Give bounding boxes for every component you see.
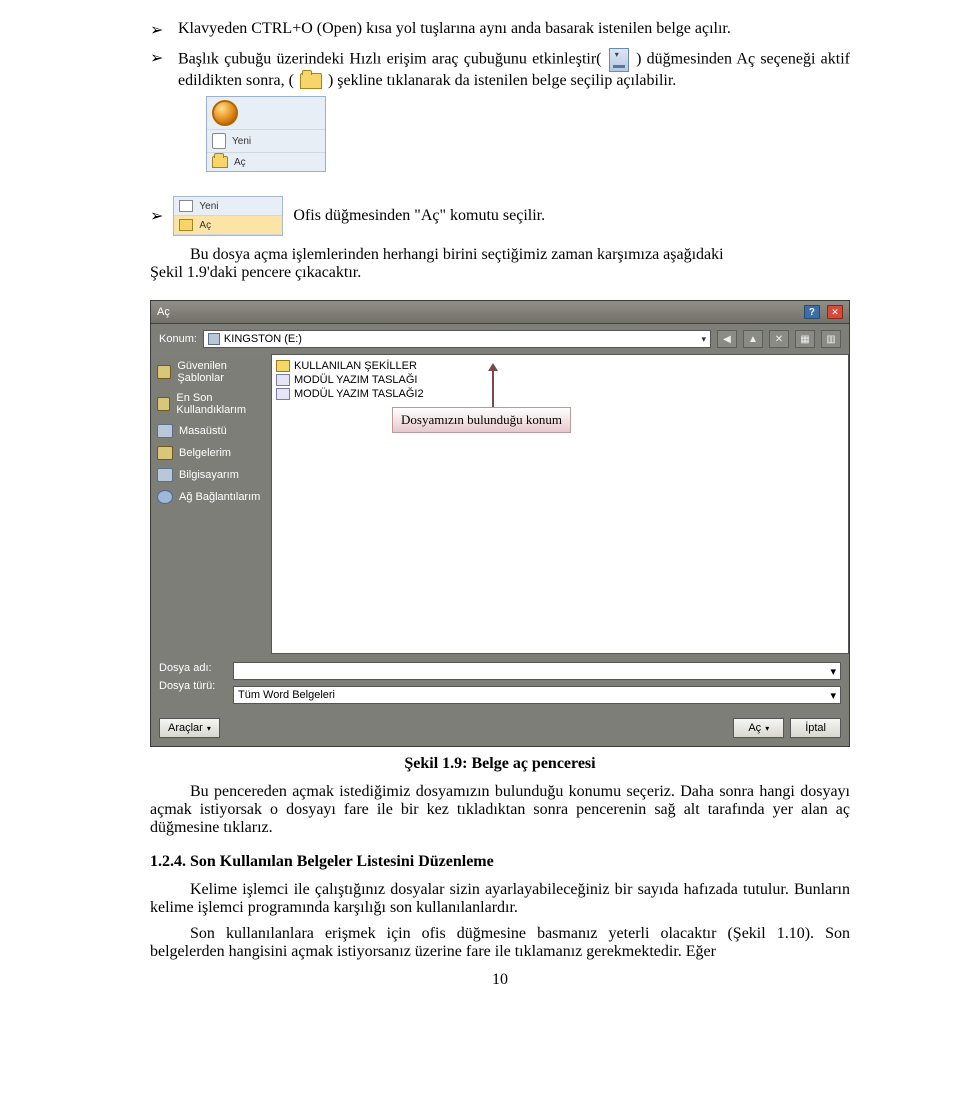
location-label: Konum: — [159, 333, 197, 345]
filename-input[interactable]: ▾ — [233, 662, 841, 680]
menu-item-yeni: Yeni — [199, 201, 218, 212]
open-file-dialog: Aç ? ✕ Konum: KINGSTON (E:) ▾ ◀ ▲ ✕ — [150, 300, 850, 747]
paragraph: Bu pencereden açmak istediğimiz dosyamız… — [150, 783, 850, 837]
office-orb-icon — [212, 100, 238, 126]
office-menu-thumbnail: Yeni Aç — [206, 96, 326, 172]
annotation-box: Dosyamızın bulunduğu konum — [392, 407, 571, 433]
paragraph-cont: Şekil 1.9'daki pencere çıkacaktır. — [150, 264, 850, 282]
close-button[interactable]: ✕ — [827, 305, 843, 319]
file-row[interactable]: MODÜL YAZIM TASLAĞI — [276, 373, 844, 387]
tools-button[interactable]: Araçlar▾ — [159, 718, 220, 738]
bullet-marker: ➢ — [150, 206, 163, 226]
chevron-down-icon: ▾ — [830, 689, 836, 702]
bullet-item: Başlık çubuğu üzerindeki Hızlı erişim ar… — [150, 48, 850, 172]
folder-icon — [157, 446, 173, 460]
doc-icon — [276, 374, 290, 386]
menu-item-ac: Aç — [234, 157, 246, 168]
bullet-text: Klavyeden CTRL+O (Open) kısa yol tuşları… — [178, 20, 731, 37]
doc-icon — [276, 388, 290, 400]
paragraph: Bu dosya açma işlemlerinden herhangi bir… — [150, 246, 850, 264]
sidebar-item-mycomputer[interactable]: Bilgisayarım — [157, 468, 265, 482]
views-button[interactable]: ▥ — [821, 330, 841, 348]
open-folder-icon — [212, 156, 228, 168]
location-value: KINGSTON (E:) — [224, 333, 302, 345]
desktop-icon — [157, 424, 173, 438]
bullet3-text: Ofis düğmesinden "Aç" komutu seçilir. — [293, 207, 545, 225]
new-doc-icon — [179, 200, 193, 212]
filetype-combo[interactable]: Tüm Word Belgeleri ▾ — [233, 686, 841, 704]
new-doc-icon — [212, 133, 226, 149]
cancel-button[interactable]: İptal — [790, 718, 841, 738]
menu-item-ac: Aç — [199, 220, 211, 231]
chevron-down-icon: ▾ — [207, 724, 211, 733]
file-list[interactable]: KULLANILAN ŞEKİLLER MODÜL YAZIM TASLAĞI … — [271, 354, 849, 654]
filename-label: Dosya adı: — [159, 662, 225, 674]
location-combo[interactable]: KINGSTON (E:) ▾ — [203, 330, 711, 348]
sidebar-item-templates[interactable]: Güvenilen Şablonlar — [157, 360, 265, 384]
new-folder-button[interactable]: ▦ — [795, 330, 815, 348]
sidebar-item-network[interactable]: Ağ Bağlantılarım — [157, 490, 265, 504]
menu-item-yeni: Yeni — [232, 136, 251, 147]
filetype-value: Tüm Word Belgeleri — [238, 689, 335, 701]
open-folder-icon — [179, 219, 193, 231]
drive-icon — [208, 333, 220, 345]
bullet-item: Klavyeden CTRL+O (Open) kısa yol tuşları… — [150, 20, 850, 38]
open-folder-icon — [300, 73, 322, 89]
folder-icon — [157, 397, 170, 411]
sidebar-item-mydocs[interactable]: Belgelerim — [157, 446, 265, 460]
folder-icon — [157, 365, 171, 379]
open-button[interactable]: Aç▾ — [733, 718, 784, 738]
paragraph: Son kullanılanlara erişmek için ofis düğ… — [150, 925, 850, 961]
help-button[interactable]: ? — [804, 305, 820, 319]
sidebar-item-recent[interactable]: En Son Kullandıklarım — [157, 392, 265, 416]
paragraph: Kelime işlemci ile çalıştığınız dosyalar… — [150, 881, 850, 917]
filetype-label: Dosya türü: — [159, 680, 225, 692]
file-row[interactable]: MODÜL YAZIM TASLAĞI2 — [276, 387, 844, 401]
computer-icon — [157, 468, 173, 482]
up-button[interactable]: ▲ — [743, 330, 763, 348]
sidebar-item-desktop[interactable]: Masaüstü — [157, 424, 265, 438]
chevron-down-icon: ▾ — [765, 724, 769, 733]
bullet-text-part1: Başlık çubuğu üzerindeki Hızlı erişim ar… — [178, 51, 602, 68]
page-number: 10 — [150, 971, 850, 989]
dialog-title: Aç — [157, 306, 170, 318]
bullet-text-part3: ) şekline tıklanarak da istenilen belge … — [328, 72, 676, 89]
chevron-down-icon: ▾ — [830, 665, 836, 678]
delete-button[interactable]: ✕ — [769, 330, 789, 348]
quick-access-customize-icon: ▾ — [609, 48, 629, 72]
chevron-down-icon: ▾ — [701, 334, 706, 345]
file-row[interactable]: KULLANILAN ŞEKİLLER — [276, 359, 844, 373]
folder-icon — [276, 360, 290, 372]
section-heading: 1.2.4. Son Kullanılan Belgeler Listesini… — [150, 853, 850, 871]
figure-caption: Şekil 1.9: Belge aç penceresi — [150, 755, 850, 773]
places-sidebar: Güvenilen Şablonlar En Son Kullandıkları… — [151, 354, 271, 654]
office-open-thumbnail: Yeni Aç — [173, 196, 283, 236]
network-icon — [157, 490, 173, 504]
back-button[interactable]: ◀ — [717, 330, 737, 348]
annotation-arrow — [492, 369, 494, 407]
